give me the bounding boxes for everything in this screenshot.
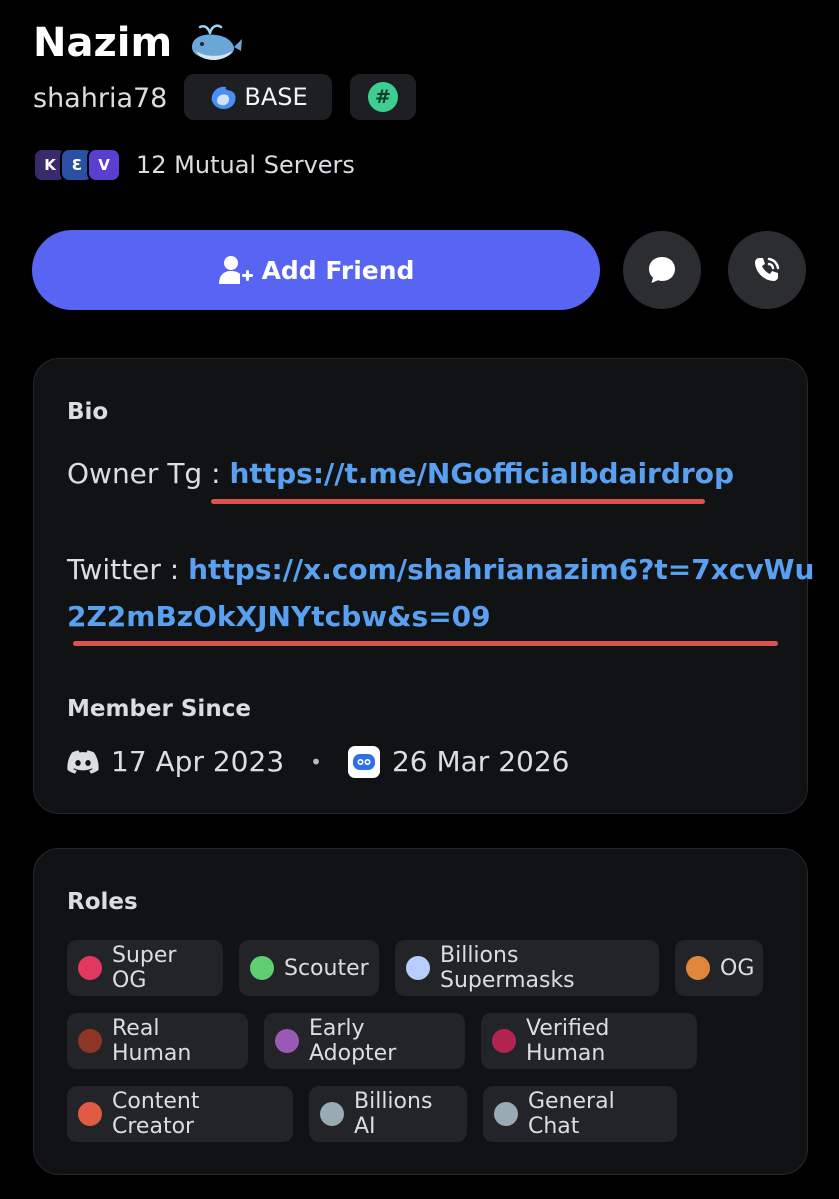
whale-icon — [192, 24, 243, 60]
member-since-title: Member Since — [67, 696, 251, 722]
role-color-dot — [275, 1029, 299, 1053]
role-chip[interactable]: Real Human — [67, 1013, 248, 1069]
role-color-dot — [250, 956, 274, 980]
roles-title: Roles — [67, 889, 138, 915]
twitter-link-continued[interactable]: 2Z2mBzOkXJNYtcbw&s=09 — [67, 600, 491, 633]
server-avatar-v: V — [87, 148, 121, 182]
role-color-dot — [406, 956, 430, 980]
role-label: Real Human — [112, 1016, 192, 1066]
roles-card: Roles Super OG Scouter Billions Supermas… — [33, 848, 808, 1175]
twitter-line-continued: 2Z2mBzOkXJNYtcbw&s=09 — [67, 600, 491, 633]
base-badge-label: BASE — [244, 83, 308, 111]
phone-call-icon — [755, 257, 780, 281]
role-label: OG — [720, 955, 755, 981]
role-color-dot — [494, 1102, 518, 1126]
member-since-row: 17 Apr 2023 • 26 Mar 2026 — [67, 745, 569, 778]
display-name-text: Nazim — [33, 20, 173, 66]
server-app-glyph — [352, 753, 375, 770]
owner-label: Owner Tg : — [67, 457, 230, 490]
add-friend-label: Add Friend — [261, 255, 415, 285]
role-label: Scouter — [284, 955, 369, 981]
date-separator: • — [310, 749, 322, 774]
call-button[interactable] — [728, 231, 806, 309]
role-chip[interactable]: Verified Human — [481, 1013, 697, 1069]
base-badge[interactable]: BASE — [184, 74, 332, 120]
role-chip[interactable]: Early Adopter — [264, 1013, 465, 1069]
mutual-servers[interactable]: K Ɛ V 12 Mutual Servers — [33, 146, 355, 184]
role-label: Verified Human — [526, 1016, 610, 1066]
twitter-link[interactable]: https://x.com/shahrianazim6?t=7xcvWu — [188, 553, 814, 586]
role-label: Content Creator — [112, 1089, 200, 1139]
role-label: Super OG — [112, 943, 177, 993]
role-color-dot — [78, 1102, 102, 1126]
role-label: General Chat — [528, 1089, 615, 1139]
role-chip[interactable]: OG — [675, 940, 763, 996]
twitter-label: Twitter : — [67, 553, 189, 586]
role-color-dot — [320, 1102, 344, 1126]
role-color-dot — [78, 956, 102, 980]
role-color-dot — [78, 1029, 102, 1053]
role-color-dot — [686, 956, 710, 980]
role-chip[interactable]: Scouter — [239, 940, 379, 996]
owner-line: Owner Tg : https://t.me/NGofficialbdaird… — [67, 457, 734, 490]
server-join-date: 26 Mar 2026 — [391, 745, 570, 778]
bio-title: Bio — [67, 399, 109, 425]
owner-link-underline — [211, 499, 705, 504]
server-app-icon — [347, 745, 380, 778]
base-badge-icon — [212, 86, 236, 109]
role-chip[interactable]: Billions Supermasks — [395, 940, 659, 996]
twitter-line: Twitter : https://x.com/shahrianazim6?t=… — [67, 553, 814, 586]
add-friend-icon — [218, 256, 253, 284]
discord-icon — [67, 749, 99, 774]
role-chip[interactable]: Content Creator — [67, 1086, 293, 1142]
profile-display-name: Nazim — [33, 20, 244, 66]
add-friend-button[interactable]: Add Friend — [32, 230, 600, 310]
bio-card: Bio Owner Tg : https://t.me/NGofficialbd… — [33, 358, 814, 814]
owner-telegram-link[interactable]: https://t.me/NGofficialbdairdrop — [229, 457, 734, 490]
hash-icon: # — [368, 82, 398, 112]
mutual-servers-label: 12 Mutual Servers — [136, 151, 355, 179]
role-label: Billions AI — [354, 1089, 433, 1139]
chat-bubble-icon — [649, 257, 675, 283]
message-button[interactable] — [623, 231, 701, 309]
role-chip[interactable]: General Chat — [483, 1086, 677, 1142]
roles-list: Super OG Scouter Billions Supermasks OG … — [67, 940, 797, 1142]
role-label: Early Adopter — [309, 1016, 397, 1066]
twitter-link-underline — [73, 641, 778, 646]
discord-join-date: 17 Apr 2023 — [111, 745, 285, 778]
username: shahria78 — [33, 83, 168, 114]
role-chip[interactable]: Billions AI — [309, 1086, 467, 1142]
role-label: Billions Supermasks — [440, 943, 575, 993]
role-chip[interactable]: Super OG — [67, 940, 223, 996]
hash-badge[interactable]: # — [350, 74, 416, 120]
role-color-dot — [492, 1029, 516, 1053]
